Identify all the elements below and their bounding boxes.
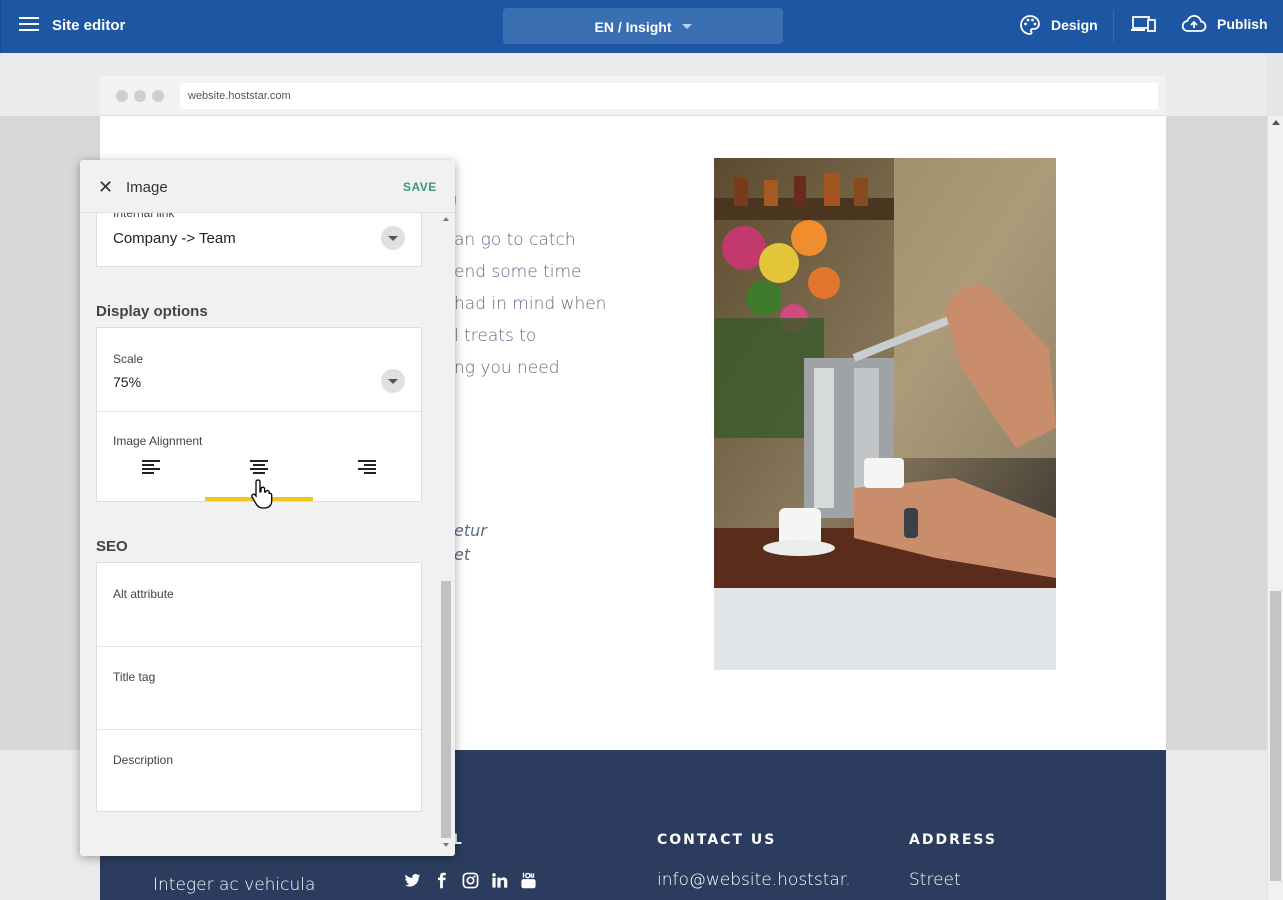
browser-frame-bar: website.hoststar.com (100, 76, 1166, 116)
alt-attribute-label: Alt attribute (113, 587, 174, 601)
facebook-icon[interactable] (433, 872, 450, 889)
body-text-line[interactable]: l treats to (454, 326, 536, 346)
barista-photo[interactable] (714, 158, 1056, 670)
save-button[interactable]: SAVE (403, 180, 437, 194)
instagram-icon[interactable] (462, 872, 479, 889)
alignment-selected-indicator (205, 497, 313, 501)
caret-down-icon (681, 24, 692, 29)
italic-text-line[interactable]: etur (454, 521, 487, 540)
linkedin-icon[interactable] (491, 872, 508, 889)
scrollbar-thumb[interactable] (1270, 591, 1281, 881)
body-text-line[interactable]: an go to catch (454, 230, 576, 250)
publish-label: Publish (1217, 16, 1268, 32)
alt-attribute-field[interactable]: Alt attribute (97, 563, 421, 646)
toolbar-divider (1113, 10, 1114, 42)
language-page-label: EN / Insight (594, 19, 672, 35)
align-left-icon[interactable] (142, 460, 160, 476)
footer-text: Integer ac vehicula (153, 875, 316, 895)
window-dot (116, 90, 128, 102)
panel-header: ✕ Image SAVE (80, 160, 455, 213)
chevron-down-icon[interactable] (381, 226, 405, 250)
publish-button[interactable]: Publish (1181, 14, 1268, 34)
italic-text-line[interactable]: et (454, 545, 470, 564)
palette-icon (1020, 15, 1040, 35)
title-tag-label: Title tag (113, 670, 156, 684)
scroll-down-arrow-icon[interactable] (443, 843, 449, 847)
image-settings-panel: ✕ Image SAVE Internal link Company -> Te… (80, 160, 455, 856)
youtube-icon[interactable] (520, 872, 537, 889)
canvas-gutter-right (1166, 116, 1267, 750)
image-alignment-label: Image Alignment (113, 434, 203, 448)
display-options-title: Display options (96, 303, 208, 320)
app-title: Site editor (52, 17, 126, 34)
main-scrollbar[interactable] (1267, 116, 1283, 900)
internal-link-value: Company -> Team (113, 230, 236, 247)
footer-address: Street (909, 870, 961, 890)
scale-label: Scale (113, 352, 144, 366)
devices-icon (1131, 16, 1156, 32)
window-dot (134, 90, 146, 102)
footer-email[interactable]: info@website.hoststar. (657, 870, 851, 890)
social-links (404, 872, 537, 889)
panel-scrollbar[interactable] (440, 213, 455, 856)
body-text-line[interactable]: ng you need (454, 358, 560, 378)
body-text-line[interactable]: had in mind when (454, 294, 606, 314)
seo-card: Alt attribute Title tag Description (96, 562, 422, 812)
twitter-icon[interactable] (404, 872, 421, 889)
window-dot (152, 90, 164, 102)
footer-heading-address: ADDRESS (909, 832, 997, 848)
description-label: Description (113, 753, 174, 767)
seo-title: SEO (96, 538, 128, 555)
display-options-card: Scale 75% Image Alignment (96, 327, 422, 502)
top-toolbar: Site editor EN / Insight Design Publish (0, 0, 1283, 53)
align-right-icon[interactable] (358, 460, 376, 476)
scale-field[interactable]: Scale 75% (97, 328, 421, 411)
panel-title: Image (126, 179, 168, 196)
cloud-upload-icon (1181, 15, 1207, 32)
design-label: Design (1051, 17, 1098, 33)
design-button[interactable]: Design (1019, 14, 1098, 36)
body-text-line[interactable]: end some time (454, 262, 582, 282)
close-icon[interactable]: ✕ (98, 177, 113, 198)
image-alignment-field: Image Alignment (97, 412, 421, 502)
device-preview-button[interactable] (1131, 14, 1157, 34)
chevron-down-icon[interactable] (381, 369, 405, 393)
hamburger-menu-icon[interactable] (19, 17, 39, 35)
title-tag-field[interactable]: Title tag (97, 647, 421, 730)
description-field[interactable]: Description (97, 730, 421, 813)
scroll-up-arrow-icon[interactable] (443, 217, 449, 221)
scroll-up-arrow-icon[interactable] (1272, 120, 1280, 125)
align-center-icon[interactable] (250, 460, 268, 476)
footer-heading-contact: CONTACT US (657, 832, 777, 848)
url-bar: website.hoststar.com (180, 83, 1158, 109)
language-page-selector[interactable]: EN / Insight (503, 8, 783, 44)
scale-value: 75% (113, 374, 142, 390)
scrollbar-thumb[interactable] (441, 581, 451, 838)
